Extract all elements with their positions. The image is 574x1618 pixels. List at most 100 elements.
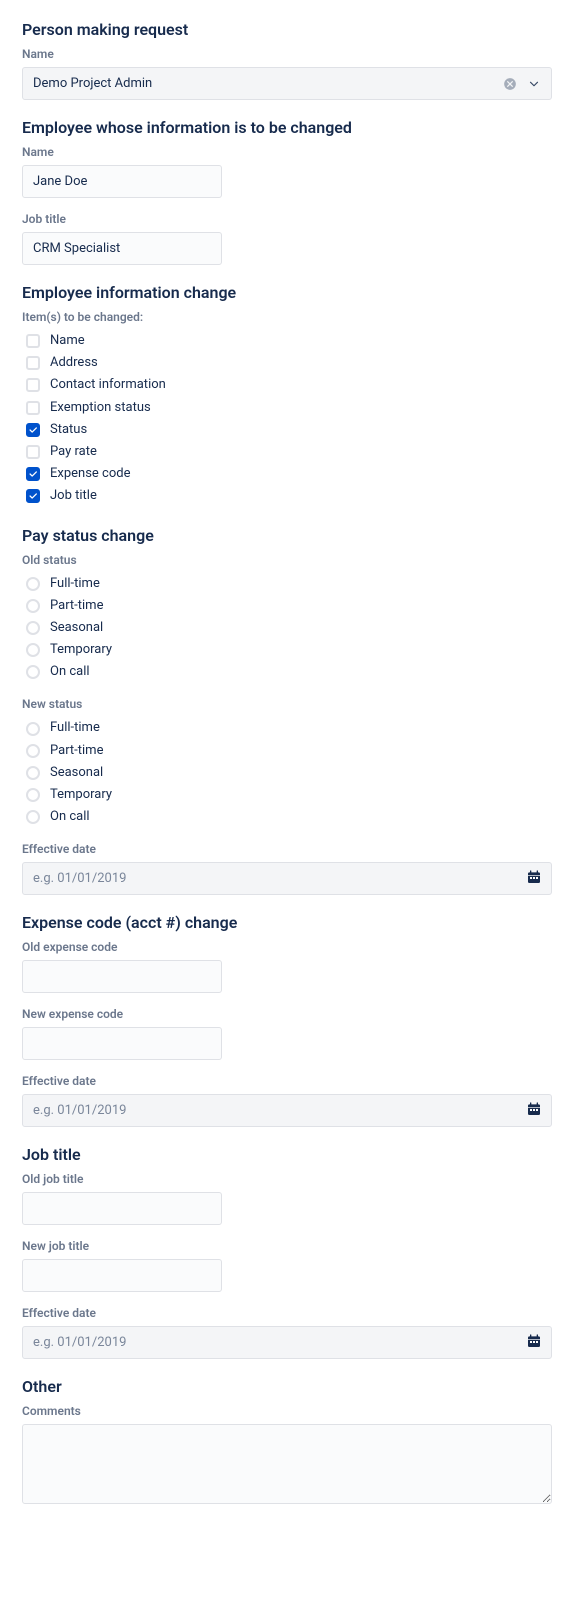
section-title-employee: Employee whose information is to be chan… [22,118,552,137]
label-pay-effective-date: Effective date [22,842,552,856]
change-item[interactable]: Name [26,330,552,352]
checkbox[interactable] [26,334,40,348]
radio[interactable] [26,766,40,780]
status-option[interactable]: Part-time [26,595,552,617]
change-item-label: Contact information [50,376,166,394]
input-expense-effective-date[interactable] [22,1094,552,1127]
checkbox[interactable] [26,489,40,503]
status-option[interactable]: Seasonal [26,617,552,639]
label-employee-jobtitle: Job title [22,212,552,226]
status-option-label: On call [50,808,90,826]
change-item-label: Name [50,332,85,350]
status-option[interactable]: Temporary [26,784,552,806]
radio[interactable] [26,577,40,591]
status-option-label: Temporary [50,641,112,659]
radio[interactable] [26,810,40,824]
status-option[interactable]: Temporary [26,639,552,661]
section-requester: Person making request Name Demo Project … [22,20,552,100]
checkbox[interactable] [26,401,40,415]
field-jobtitle-effective-date: Effective date [22,1306,552,1359]
input-employee-jobtitle[interactable] [22,232,222,265]
status-option-label: Part-time [50,742,103,760]
change-item-label: Expense code [50,465,130,483]
radiolist-new-status: Full-time Part-time Seasonal Temporary On ca… [26,717,552,828]
field-old-status: Old status Full-timePart-time Seasonal Tem… [22,553,552,684]
change-item[interactable]: Status [26,419,552,441]
status-option[interactable]: Full-time [26,573,552,595]
textarea-comments[interactable] [22,1424,552,1504]
checklist-change-items: Name Address Contact information Exemption … [26,330,552,508]
field-requester-name: Name Demo Project Admin [22,47,552,100]
radio[interactable] [26,599,40,613]
clear-icon[interactable] [503,77,517,91]
section-employee: Employee whose information is to be chan… [22,118,552,265]
status-option-label: On call [50,663,90,681]
section-title-jobtitle: Job title [22,1145,552,1164]
status-option-label: Temporary [50,786,112,804]
checkbox[interactable] [26,356,40,370]
status-option[interactable]: Seasonal [26,762,552,784]
label-old-expense: Old expense code [22,940,552,954]
input-new-jobtitle[interactable] [22,1259,222,1292]
field-old-jobtitle: Old job title [22,1172,552,1225]
section-jobtitle: Job title Old job title New job title Ef… [22,1145,552,1359]
chevron-down-icon[interactable] [527,77,541,91]
label-jobtitle-effective-date: Effective date [22,1306,552,1320]
input-employee-name[interactable] [22,165,222,198]
status-option[interactable]: On call [26,661,552,683]
change-item[interactable]: Job title [26,485,552,507]
calendar-icon[interactable] [526,1101,542,1121]
label-requester-name: Name [22,47,552,61]
radio[interactable] [26,665,40,679]
input-old-expense[interactable] [22,960,222,993]
label-employee-name: Name [22,145,552,159]
input-new-expense[interactable] [22,1027,222,1060]
change-item[interactable]: Address [26,352,552,374]
field-new-status: New status Full-timePart-timeSeasonalTem… [22,697,552,828]
input-pay-effective-date[interactable] [22,862,552,895]
field-pay-effective-date: Effective date [22,842,552,895]
label-change-items: Item(s) to be changed: [22,310,552,324]
checkbox[interactable] [26,378,40,392]
field-new-jobtitle: New job title [22,1239,552,1292]
input-old-jobtitle[interactable] [22,1192,222,1225]
input-jobtitle-effective-date[interactable] [22,1326,552,1359]
calendar-icon[interactable] [526,869,542,889]
section-title-requester: Person making request [22,20,552,39]
change-item-label: Pay rate [50,443,97,461]
change-item[interactable]: Contact information [26,374,552,396]
checkbox[interactable] [26,423,40,437]
radio[interactable] [26,744,40,758]
field-employee-jobtitle: Job title [22,212,552,265]
section-title-other: Other [22,1377,552,1396]
checkbox[interactable] [26,467,40,481]
status-option-label: Full-time [50,719,100,737]
section-pay-status: Pay status change Old status Full-timePa… [22,526,552,896]
section-title-expense: Expense code (acct #) change [22,913,552,932]
field-old-expense: Old expense code [22,940,552,993]
status-option[interactable]: On call [26,806,552,828]
change-item[interactable]: Pay rate [26,441,552,463]
status-option[interactable]: Part-time [26,740,552,762]
select-requester-name[interactable]: Demo Project Admin [22,67,552,100]
change-item[interactable]: Expense code [26,463,552,485]
status-option-label: Seasonal [50,764,103,782]
status-option[interactable]: Full-time [26,717,552,739]
radio[interactable] [26,643,40,657]
checkbox[interactable] [26,445,40,459]
field-expense-effective-date: Effective date [22,1074,552,1127]
change-item[interactable]: Exemption status [26,397,552,419]
change-item-label: Exemption status [50,399,151,417]
label-expense-effective-date: Effective date [22,1074,552,1088]
radio[interactable] [26,621,40,635]
radio[interactable] [26,722,40,736]
label-old-jobtitle: Old job title [22,1172,552,1186]
calendar-icon[interactable] [526,1333,542,1353]
status-option-label: Seasonal [50,619,103,637]
field-new-expense: New expense code [22,1007,552,1060]
label-old-status: Old status [22,553,552,567]
radio[interactable] [26,788,40,802]
field-employee-name: Name [22,145,552,198]
field-comments: Comments [22,1404,552,1508]
radiolist-old-status: Full-timePart-time Seasonal Temporary On ca… [26,573,552,684]
